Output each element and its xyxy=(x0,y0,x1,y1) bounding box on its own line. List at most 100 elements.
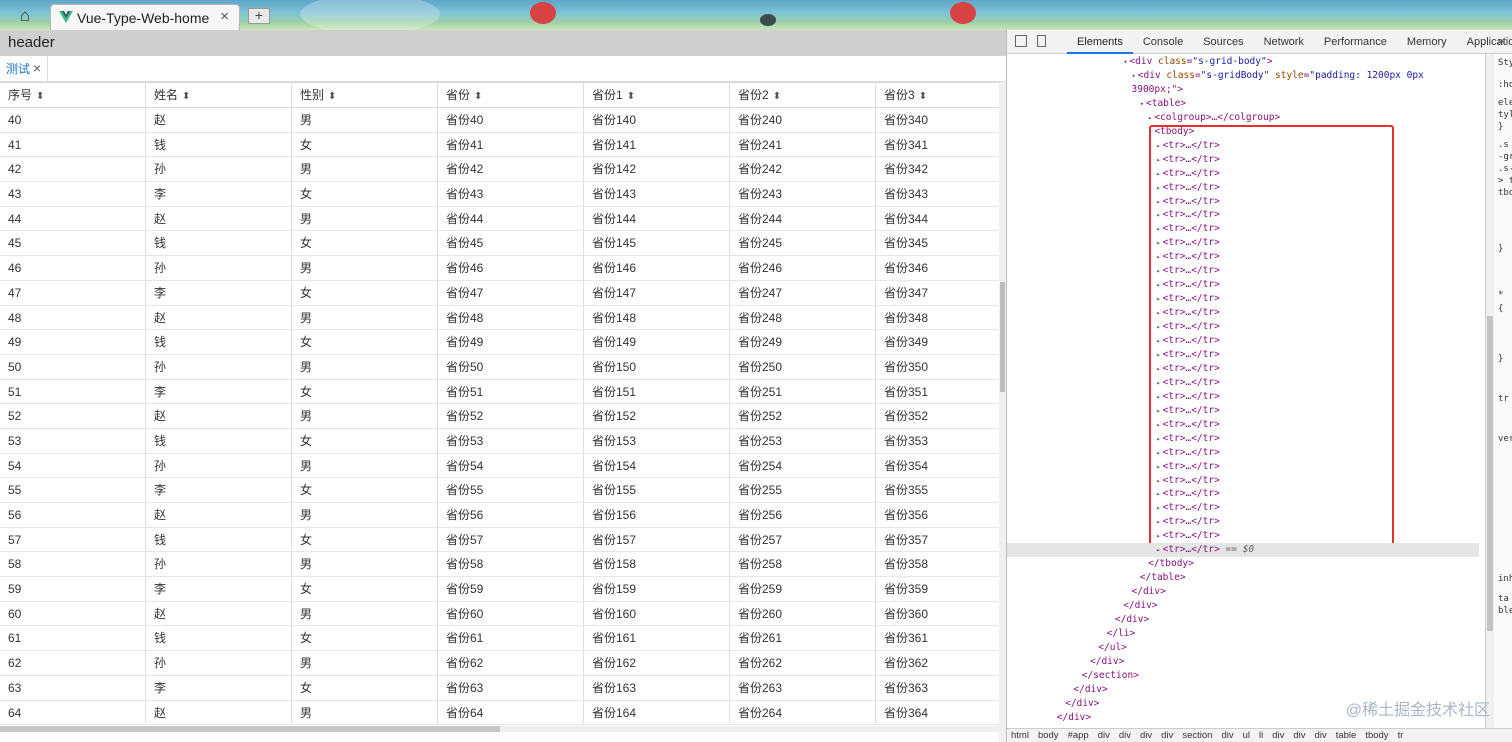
expand-triangle-icon[interactable]: ▸ xyxy=(1156,253,1160,261)
dom-node[interactable]: ▸ <tr>…</tr> xyxy=(1156,432,1219,446)
table-row[interactable]: 48赵男省份48省份148省份248省份348省份 xyxy=(0,305,1006,331)
dom-node[interactable]: ▸ <tr>…</tr> xyxy=(1156,264,1219,278)
dom-node[interactable]: ▸ <tr>…</tr> xyxy=(1156,515,1219,529)
dom-node[interactable]: </tbody> xyxy=(1148,557,1194,571)
table-row[interactable]: 63李女省份63省份163省份263省份363省份 xyxy=(0,675,1006,701)
expand-triangle-icon[interactable]: ▸ xyxy=(1156,477,1160,485)
dom-node[interactable]: ▸ <tr>…</tr> xyxy=(1156,529,1219,543)
breadcrumb-item[interactable]: div xyxy=(1221,729,1233,742)
dom-node[interactable]: ▾ <div class="s-gridBody" style="padding:… xyxy=(1132,69,1424,83)
devtools-tab-elements[interactable]: Elements xyxy=(1067,30,1133,54)
sort-icon[interactable]: ⬍ xyxy=(474,91,482,102)
expand-triangle-icon[interactable]: ▸ xyxy=(1156,393,1160,401)
dom-node[interactable]: ▸ <tr>…</tr> xyxy=(1156,487,1219,501)
expand-triangle-icon[interactable]: ▸ xyxy=(1156,490,1160,498)
expand-triangle-icon[interactable]: ▸ xyxy=(1156,184,1160,192)
device-toolbar-icon[interactable] xyxy=(1037,35,1046,47)
sort-icon[interactable]: ⬍ xyxy=(627,91,635,102)
table-row[interactable]: 61钱女省份61省份161省份261省份361省份 xyxy=(0,626,1006,652)
table-row[interactable]: 57钱女省份57省份157省份257省份357省份 xyxy=(0,527,1006,553)
breadcrumb-item[interactable]: #app xyxy=(1068,729,1089,742)
devtools-tab-memory[interactable]: Memory xyxy=(1397,30,1457,54)
table-row[interactable]: 59李女省份59省份159省份259省份359省份 xyxy=(0,577,1006,602)
expand-triangle-icon[interactable]: ▸ xyxy=(1156,267,1160,275)
dom-node[interactable]: ▸ <tr>…</tr> xyxy=(1156,208,1219,222)
expand-triangle-icon[interactable]: ▸ xyxy=(1156,323,1160,331)
close-tab-icon[interactable]: × xyxy=(220,8,229,25)
dom-node[interactable]: </div> xyxy=(1132,585,1166,599)
column-header[interactable]: 省份2 ⬍ xyxy=(730,83,876,107)
scrollbar-thumb[interactable] xyxy=(1487,316,1493,631)
table-row[interactable]: 51李女省份51省份151省份251省份351省份 xyxy=(0,379,1006,405)
dom-node[interactable]: ▸ <tr>…</tr> xyxy=(1156,334,1219,348)
dom-node[interactable]: ▾ <tbody> xyxy=(1148,125,1194,139)
dom-node[interactable]: ▸ <tr>…</tr> xyxy=(1156,153,1219,167)
dom-node[interactable]: ▸ <tr>…</tr> xyxy=(1156,250,1219,264)
dom-node[interactable]: ▸ <tr>…</tr> xyxy=(1156,376,1219,390)
column-header[interactable]: 省份 ⬍ xyxy=(438,83,584,107)
table-row[interactable]: 60赵男省份60省份160省份260省份360省份 xyxy=(0,601,1006,627)
expand-triangle-icon[interactable]: ▸ xyxy=(1156,351,1160,359)
dom-node[interactable]: ▸ <tr>…</tr> xyxy=(1156,348,1219,362)
expand-triangle-icon[interactable]: ▸ xyxy=(1156,463,1160,471)
dom-node[interactable]: </div> xyxy=(1123,599,1157,613)
expand-triangle-icon[interactable]: ▸ xyxy=(1156,142,1160,150)
table-row[interactable]: 45钱女省份45省份145省份245省份345省份 xyxy=(0,231,1006,257)
table-row[interactable]: 44赵男省份44省份144省份244省份344省份 xyxy=(0,206,1006,232)
expand-triangle-icon[interactable]: ▸ xyxy=(1156,435,1160,443)
dom-node[interactable]: ▸ <tr>…</tr> xyxy=(1156,292,1219,306)
devtools-tab-performance[interactable]: Performance xyxy=(1314,30,1397,54)
expand-triangle-icon[interactable]: ▸ xyxy=(1156,379,1160,387)
dom-node[interactable]: ▸ <tr>…</tr> xyxy=(1156,404,1219,418)
table-row[interactable]: 53钱女省份53省份153省份253省份353省份 xyxy=(0,428,1006,454)
expand-triangle-icon[interactable]: ▸ xyxy=(1156,449,1160,457)
page-tab-test[interactable]: 测试 × xyxy=(0,56,49,81)
sort-icon[interactable]: ⬍ xyxy=(773,91,781,102)
breadcrumb-item[interactable]: div xyxy=(1098,729,1110,742)
breadcrumb-item[interactable]: div xyxy=(1119,729,1131,742)
dom-node[interactable]: ▸ <tr>…</tr> xyxy=(1156,222,1219,236)
table-row[interactable]: 41钱女省份41省份141省份241省份341省份 xyxy=(0,132,1006,158)
table-row[interactable]: 54孙男省份54省份154省份254省份354省份 xyxy=(0,453,1006,479)
column-header[interactable]: 省份1 ⬍ xyxy=(584,83,730,107)
dom-node[interactable]: </div> xyxy=(1115,613,1149,627)
dom-node[interactable]: </ul> xyxy=(1098,641,1127,655)
expand-triangle-icon[interactable]: ▾ xyxy=(1123,58,1127,66)
table-row[interactable]: 58孙男省份58省份158省份258省份358省份 xyxy=(0,552,1006,578)
styles-scrollbar[interactable] xyxy=(1486,54,1494,730)
breadcrumb-item[interactable]: div xyxy=(1293,729,1305,742)
dom-node[interactable]: ▸ <tr>…</tr> xyxy=(1156,236,1219,250)
dom-node[interactable]: ▸ <tr>…</tr> xyxy=(1156,139,1219,153)
expand-triangle-icon[interactable]: ▸ xyxy=(1156,225,1160,233)
dom-node[interactable]: ▸ <tr>…</tr> xyxy=(1156,195,1219,209)
devtools-tab-network[interactable]: Network xyxy=(1254,30,1314,54)
expand-triangle-icon[interactable]: ▸ xyxy=(1156,518,1160,526)
table-row[interactable]: 43李女省份43省份143省份243省份343省份 xyxy=(0,182,1006,207)
dom-node[interactable]: ▸ <colgroup>…</colgroup> xyxy=(1148,111,1280,125)
sort-icon[interactable]: ⬍ xyxy=(182,91,190,102)
breadcrumb-item[interactable]: li xyxy=(1259,729,1263,742)
table-row[interactable]: 42孙男省份42省份142省份242省份342省份 xyxy=(0,157,1006,183)
dom-node[interactable]: ▸ <tr>…</tr> xyxy=(1156,474,1219,488)
scrollbar-thumb[interactable] xyxy=(1000,282,1005,392)
inspect-element-icon[interactable] xyxy=(1015,35,1027,47)
column-header[interactable]: 序号 ⬍ xyxy=(0,83,146,107)
sort-icon[interactable]: ⬍ xyxy=(328,91,336,102)
dom-node[interactable]: ▸ <tr>…</tr> xyxy=(1156,167,1219,181)
expand-triangle-icon[interactable]: ▾ xyxy=(1148,128,1152,136)
expand-triangle-icon[interactable]: ▸ xyxy=(1148,114,1152,122)
expand-triangle-icon[interactable]: ▸ xyxy=(1156,156,1160,164)
expand-triangle-icon[interactable]: ▸ xyxy=(1156,546,1160,554)
breadcrumb-item[interactable]: table xyxy=(1336,729,1357,742)
expand-triangle-icon[interactable]: ▸ xyxy=(1156,421,1160,429)
expand-triangle-icon[interactable]: ▾ xyxy=(1132,72,1136,80)
dom-node[interactable]: ▸ <tr>…</tr> xyxy=(1156,278,1219,292)
new-tab-button[interactable]: + xyxy=(248,8,270,24)
dom-node[interactable]: </table> xyxy=(1140,571,1186,585)
dom-node[interactable]: ▾ <table> xyxy=(1140,97,1186,111)
expand-triangle-icon[interactable]: ▸ xyxy=(1156,407,1160,415)
expand-triangle-icon[interactable]: ▸ xyxy=(1156,309,1160,317)
column-header[interactable]: 姓名 ⬍ xyxy=(146,83,292,107)
table-row[interactable]: 62孙男省份62省份162省份262省份362省份 xyxy=(0,651,1006,676)
dom-node[interactable]: </div> xyxy=(1057,711,1091,725)
